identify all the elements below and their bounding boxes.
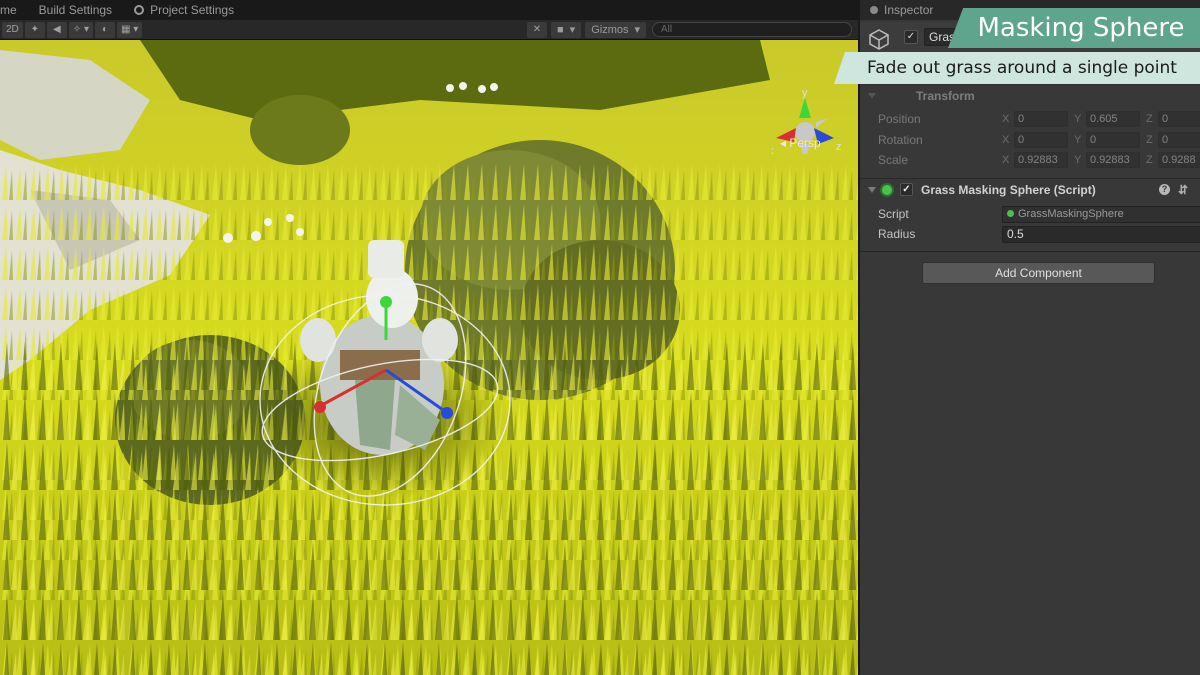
script-icon — [1007, 209, 1014, 217]
menu-item-build-settings[interactable]: Build Settings — [39, 3, 112, 17]
help-icon[interactable]: ? — [1159, 184, 1170, 195]
position-y-field[interactable]: 0.605 — [1086, 111, 1140, 127]
menu-item-home[interactable]: me — [0, 3, 17, 17]
scale-row: Scale X 0.92883 Y 0.92883 Z 0.9288 — [860, 150, 1200, 170]
title-banner: Masking Sphere — [948, 8, 1200, 48]
gizmos-label: Gizmos — [591, 23, 629, 36]
divider — [860, 251, 1200, 252]
effects-toggle-icon[interactable]: ✧ ▾ — [68, 21, 93, 38]
gizmos-dropdown[interactable]: Gizmos ▾ — [585, 21, 646, 38]
menu-item-project-settings[interactable]: Project Settings — [134, 3, 234, 17]
rotation-x-field[interactable]: 0 — [1014, 132, 1068, 148]
script-label: Script — [878, 207, 909, 221]
position-z-field[interactable]: 0 — [1158, 111, 1200, 127]
scale-y-field[interactable]: 0.92883 — [1086, 152, 1140, 168]
radius-field[interactable]: 0.5 — [1002, 225, 1200, 243]
radius-row: Radius 0.5 — [860, 224, 1200, 244]
rotation-row: Rotation X0 Y0 Z0 — [860, 130, 1200, 150]
chevron-down-icon: ▾ — [634, 24, 640, 36]
audio-toggle-icon[interactable]: ◀ — [46, 21, 67, 38]
script-icon — [882, 184, 892, 195]
scene-render — [0, 40, 858, 675]
scene-camera-icon[interactable]: ▦ ▾ — [116, 21, 143, 38]
object-active-checkbox[interactable]: ✓ — [904, 30, 918, 44]
axis-z-label: z — [836, 141, 842, 153]
component-title: Grass Masking Sphere (Script) — [921, 182, 1096, 197]
transform-title: Transform — [916, 88, 975, 103]
projection-label[interactable]: ◂ Persp — [780, 136, 821, 150]
inspector-tab-label: Inspector — [884, 3, 934, 17]
camera-dropdown[interactable]: ■ ▾ — [551, 21, 582, 38]
foldout-arrow-icon — [868, 186, 876, 193]
lighting-toggle-icon[interactable]: ✦ — [24, 21, 45, 38]
overlay-subtitle: Fade out grass around a single point — [867, 58, 1177, 78]
component-enabled-checkbox[interactable]: ✓ — [900, 183, 913, 196]
cube-icon — [869, 29, 889, 50]
inspector-panel: Inspector ✓ Grass Transform Position X0 … — [858, 0, 1200, 675]
subtitle-banner: Fade out grass around a single point — [834, 52, 1200, 84]
toggle-2d-button[interactable]: 2D — [2, 21, 23, 38]
position-label: Position — [878, 112, 921, 126]
camera-icon: ■ — [557, 23, 564, 36]
rotation-z-field[interactable]: 0 — [1158, 132, 1200, 148]
radius-label: Radius — [878, 227, 916, 241]
tools-icon[interactable]: ✕ — [527, 21, 547, 38]
scene-toolbar: 2D ✦ ◀ ✧ ▾ ◐ ▦ ▾ ✕ ■ ▾ Gizmos ▾ All — [0, 20, 858, 40]
add-component-button[interactable]: Add Component — [922, 262, 1155, 284]
settings-icon[interactable]: ⇵ — [1178, 183, 1188, 197]
chevron-down-icon: ▾ — [569, 24, 576, 36]
script-row: Script GrassMaskingSphere — [860, 204, 1200, 224]
scene-search-input[interactable]: All — [652, 22, 852, 37]
rotation-y-field[interactable]: 0 — [1086, 132, 1140, 148]
rotation-label: Rotation — [878, 133, 923, 147]
masking-sphere-header[interactable]: ✓ Grass Masking Sphere (Script) ? ⇵ — [860, 178, 1200, 200]
position-x-field[interactable]: 0 — [1014, 111, 1068, 127]
project-settings-label: Project Settings — [150, 3, 235, 17]
scene-view[interactable]: y x z ◂ Persp — [0, 40, 858, 675]
hidden-objects-icon[interactable]: ◐ — [94, 21, 115, 38]
axis-y-label: y — [802, 87, 808, 99]
scale-label: Scale — [878, 153, 909, 167]
transform-header[interactable]: Transform — [860, 84, 1200, 106]
script-object-field[interactable]: GrassMaskingSphere — [1002, 205, 1200, 223]
scale-z-field[interactable]: 0.9288 — [1158, 152, 1200, 168]
info-icon — [870, 6, 878, 14]
script-value: GrassMaskingSphere — [1018, 207, 1124, 220]
overlay-title: Masking Sphere — [977, 13, 1185, 43]
scale-x-field[interactable]: 0.92883 — [1014, 152, 1068, 168]
position-row: Position X0 Y 0.605 Z0 — [860, 109, 1200, 129]
foldout-arrow-icon — [868, 92, 876, 99]
menu-bar: me Build Settings Project Settings — [0, 0, 858, 20]
gear-icon — [134, 5, 145, 15]
